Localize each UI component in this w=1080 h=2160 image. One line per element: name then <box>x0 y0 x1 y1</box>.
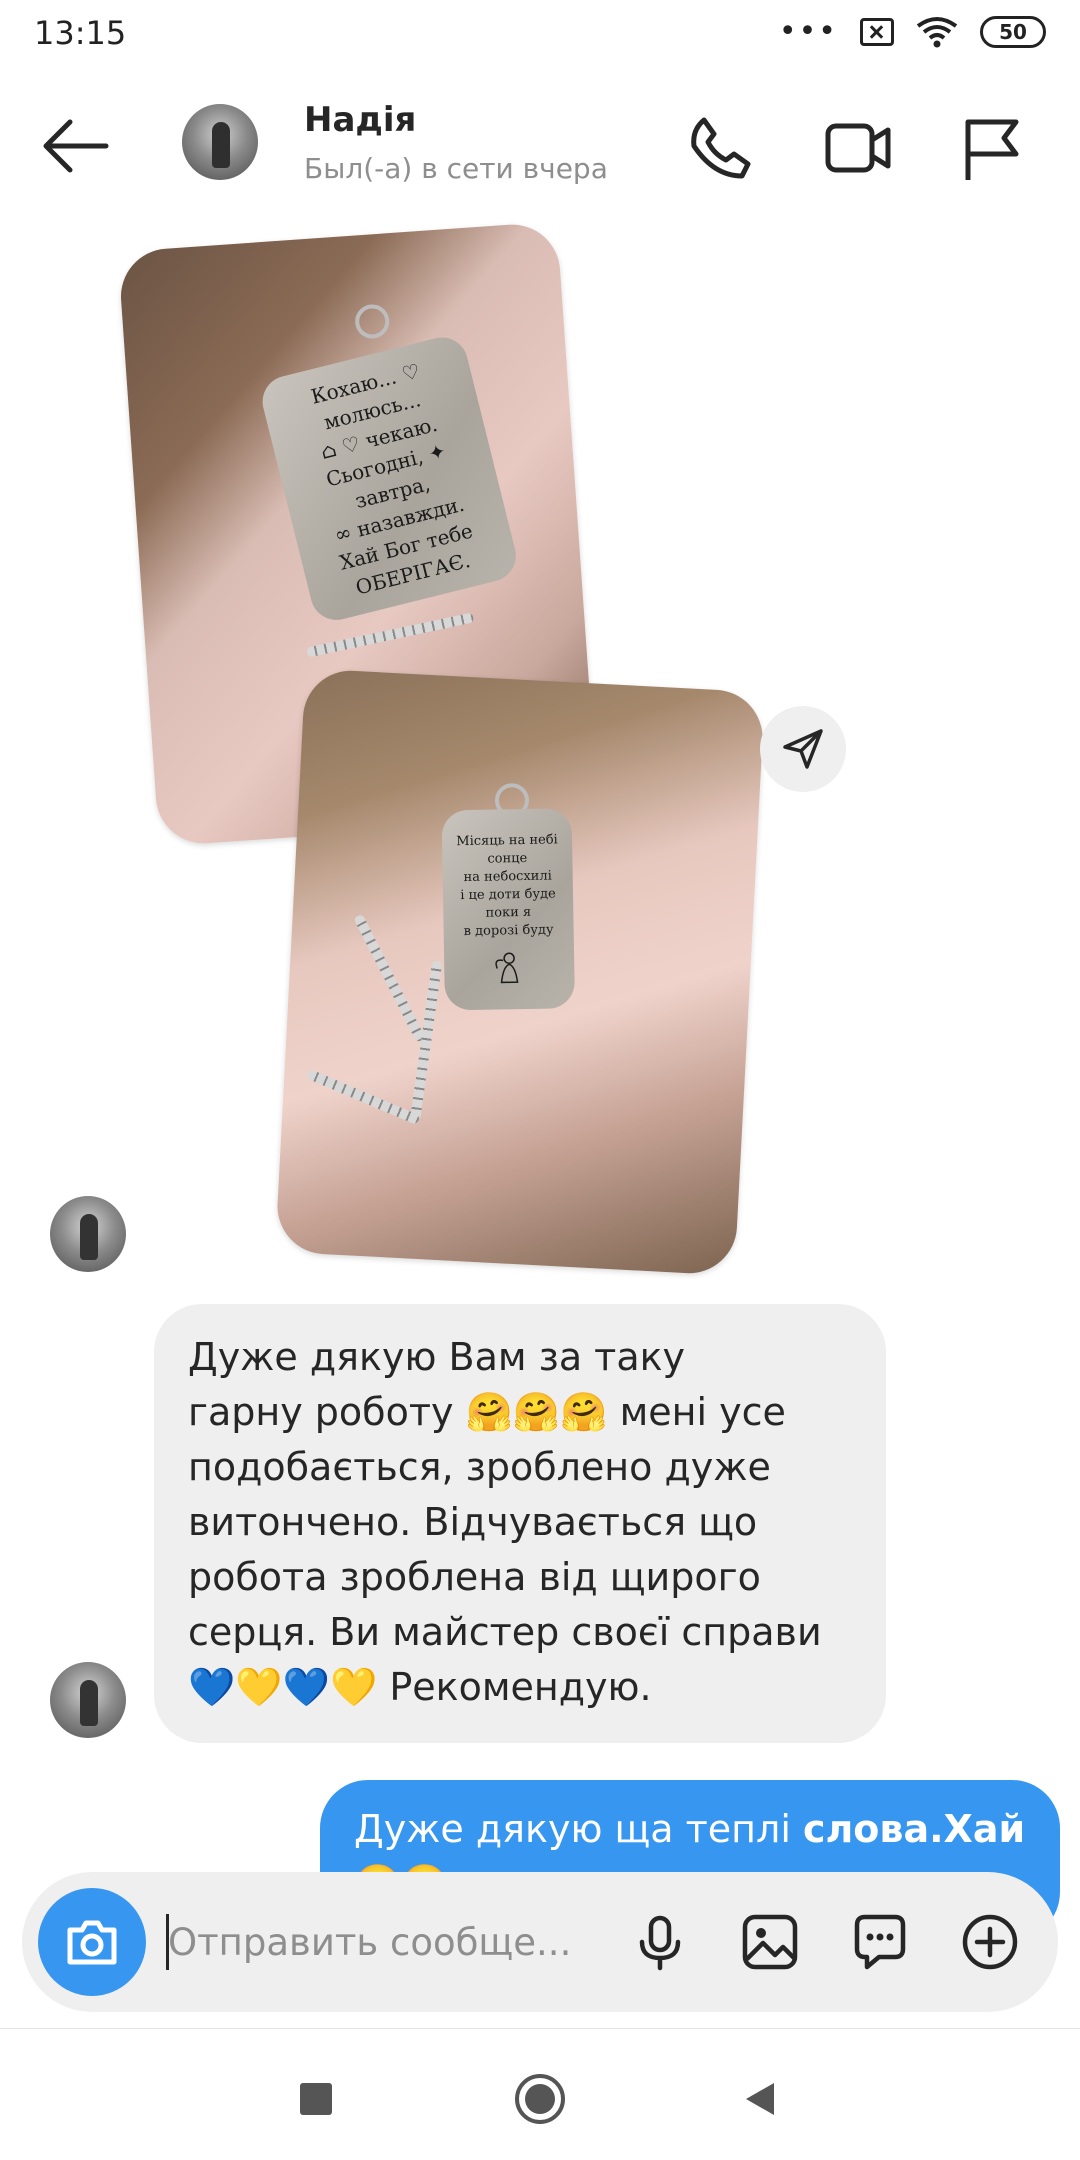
chain <box>306 1068 421 1126</box>
message-text-bold: слова.Хай <box>802 1807 1026 1851</box>
sim-off-icon <box>860 17 894 46</box>
microphone-icon <box>639 1915 681 1971</box>
back-arrow-icon <box>43 119 109 173</box>
video-camera-icon <box>825 123 891 173</box>
message-input[interactable] <box>168 1904 608 1980</box>
message-line: Дуже дякую ща теплі слова.Хай <box>354 1802 1026 1857</box>
share-button[interactable] <box>760 706 846 792</box>
gallery-icon <box>742 1914 798 1970</box>
back-button[interactable] <box>40 116 112 176</box>
tag-text-line: Місяць на небі <box>456 832 558 850</box>
video-call-button[interactable] <box>822 112 894 184</box>
engraved-tag: Кохаю... ♡ молюсь... ⌂ ♡ чекаю. Сьогодні… <box>257 331 522 626</box>
sticker-button[interactable] <box>842 1904 918 1980</box>
camera-icon <box>67 1920 117 1965</box>
angel-icon <box>495 952 519 984</box>
status-bar: 13:15 ••• 50 <box>0 0 1080 66</box>
message-line: 💙💛💙💛 Рекомендую. <box>188 1665 652 1709</box>
message-photo[interactable]: Місяць на небі сонце на небосхилі і це д… <box>275 668 765 1276</box>
message-text: Дуже дякую ща теплі <box>354 1807 803 1851</box>
report-button[interactable] <box>956 112 1028 184</box>
tag-text-line: сонце <box>487 850 528 867</box>
audio-call-button[interactable] <box>684 112 756 184</box>
message-line: серця. Ви майстер своєї справи <box>188 1610 822 1654</box>
system-nav-bar <box>0 2028 1080 2160</box>
battery-icon: 50 <box>980 15 1046 48</box>
tag-ring <box>354 303 391 340</box>
incoming-message-bubble[interactable]: Дуже дякую Вам за таку гарну роботу 🤗🤗🤗 … <box>154 1304 886 1743</box>
system-back-button[interactable] <box>730 2069 790 2129</box>
status-time: 13:15 <box>34 14 127 52</box>
recent-apps-button[interactable] <box>286 2069 346 2129</box>
message-line: Дуже дякую Вам за таку <box>188 1335 686 1379</box>
contact-avatar[interactable] <box>182 104 258 180</box>
camera-button[interactable] <box>38 1888 146 1996</box>
sender-avatar[interactable] <box>50 1662 126 1738</box>
chat-header: Надія Был(-а) в сети вчера <box>0 96 1080 196</box>
phone-icon <box>691 117 751 179</box>
square-icon <box>300 2083 332 2115</box>
message-line: гарну роботу 🤗🤗🤗 мені усе <box>188 1390 786 1434</box>
circle-icon <box>515 2074 565 2124</box>
tag-text-line: і це доти буде <box>460 886 556 904</box>
gallery-button[interactable] <box>732 1904 808 1980</box>
contact-status: Был(-а) в сети вчера <box>304 152 608 185</box>
sticker-icon <box>854 1914 906 1970</box>
plus-icon <box>962 1914 1018 1970</box>
contact-name[interactable]: Надія <box>304 100 416 140</box>
engraved-tag: Місяць на небі сонце на небосхилі і це д… <box>441 808 576 1011</box>
more-notifications-icon: ••• <box>778 14 838 49</box>
tag-text-line: в дорозі буду <box>463 922 554 940</box>
message-composer <box>22 1872 1058 2012</box>
message-line: робота зроблена від щирого <box>188 1555 761 1599</box>
more-options-button[interactable] <box>952 1904 1028 1980</box>
message-line: подобається, зроблено дуже <box>188 1445 771 1489</box>
status-icons: ••• 50 <box>779 14 1046 49</box>
chain <box>353 913 426 1043</box>
message-line: витончено. Відчувається що <box>188 1500 758 1544</box>
tag-text-line: на небосхилі <box>463 868 552 886</box>
tag-text-line: поки я <box>485 904 532 921</box>
voice-message-button[interactable] <box>622 1904 698 1980</box>
wifi-icon <box>916 16 958 47</box>
send-icon <box>783 729 823 769</box>
flag-icon <box>965 119 1019 180</box>
sender-avatar[interactable] <box>50 1196 126 1272</box>
home-button[interactable] <box>510 2069 570 2129</box>
triangle-back-icon <box>746 2083 774 2115</box>
